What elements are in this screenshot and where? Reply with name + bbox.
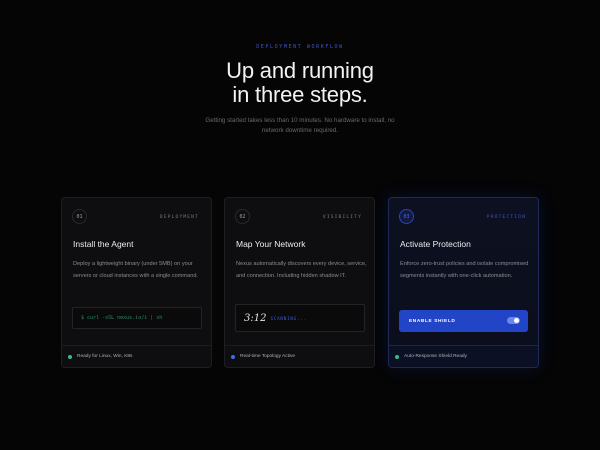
- step-footer: Real-time Topology Active: [225, 345, 374, 367]
- enable-shield-label: ENABLE SHIELD: [409, 318, 456, 324]
- step-category: DEPLOYMENT: [159, 215, 199, 220]
- title-line-2: in three steps.: [232, 82, 368, 107]
- step-footer: Auto-Response Shield Ready: [389, 345, 538, 367]
- toggle-knob: [514, 318, 519, 323]
- step-number-badge: 03: [399, 209, 414, 224]
- page-subtitle: Getting started takes less than 10 minut…: [205, 117, 395, 134]
- scan-status-label: SCANNING...: [270, 315, 308, 321]
- shield-toggle[interactable]: [507, 317, 520, 324]
- status-dot-icon: [395, 354, 399, 359]
- step-title: Install the Agent: [73, 239, 134, 249]
- title-line-1: Up and running: [226, 58, 374, 83]
- step-number-badge: 02: [235, 209, 250, 224]
- enable-shield-button[interactable]: ENABLE SHIELD: [399, 310, 528, 332]
- install-command-text: $ curl -sSL nexus.io/i | sh: [81, 315, 163, 321]
- step-category: VISIBILITY: [322, 215, 362, 220]
- step-footer-text: Real-time Topology Active: [240, 354, 296, 359]
- install-command-snippet[interactable]: $ curl -sSL nexus.io/i | sh: [72, 307, 202, 329]
- step-card-map-network: 02 VISIBILITY Map Your Network Nexus aut…: [224, 197, 375, 368]
- step-description: Deploy a lightweight binary (under 5MB) …: [73, 261, 198, 279]
- step-footer-text: Ready for Linux, Win, K8s: [77, 354, 133, 359]
- step-footer: Ready for Linux, Win, K8s: [62, 345, 211, 367]
- status-dot-icon: [231, 354, 235, 359]
- page-title: Up and running in three steps.: [0, 59, 600, 107]
- step-description: Nexus automatically discovers every devi…: [236, 261, 367, 279]
- step-description: Enforce zero-trust policies and isolate …: [400, 261, 529, 279]
- step-title: Map Your Network: [236, 239, 306, 249]
- scan-status-panel: 3:12 SCANNING...: [235, 304, 365, 332]
- step-category: PROTECTION: [486, 215, 526, 220]
- step-card-install: 01 DEPLOYMENT Install the Agent Deploy a…: [61, 197, 212, 368]
- step-number-badge: 01: [72, 209, 87, 224]
- status-dot-icon: [68, 354, 72, 359]
- step-card-protection: 03 PROTECTION Activate Protection Enforc…: [388, 197, 539, 368]
- step-title: Activate Protection: [400, 239, 471, 249]
- scan-timer: 3:12: [244, 312, 267, 324]
- section-eyebrow: DEPLOYMENT WORKFLOW: [256, 44, 344, 50]
- step-footer-text: Auto-Response Shield Ready: [404, 354, 467, 359]
